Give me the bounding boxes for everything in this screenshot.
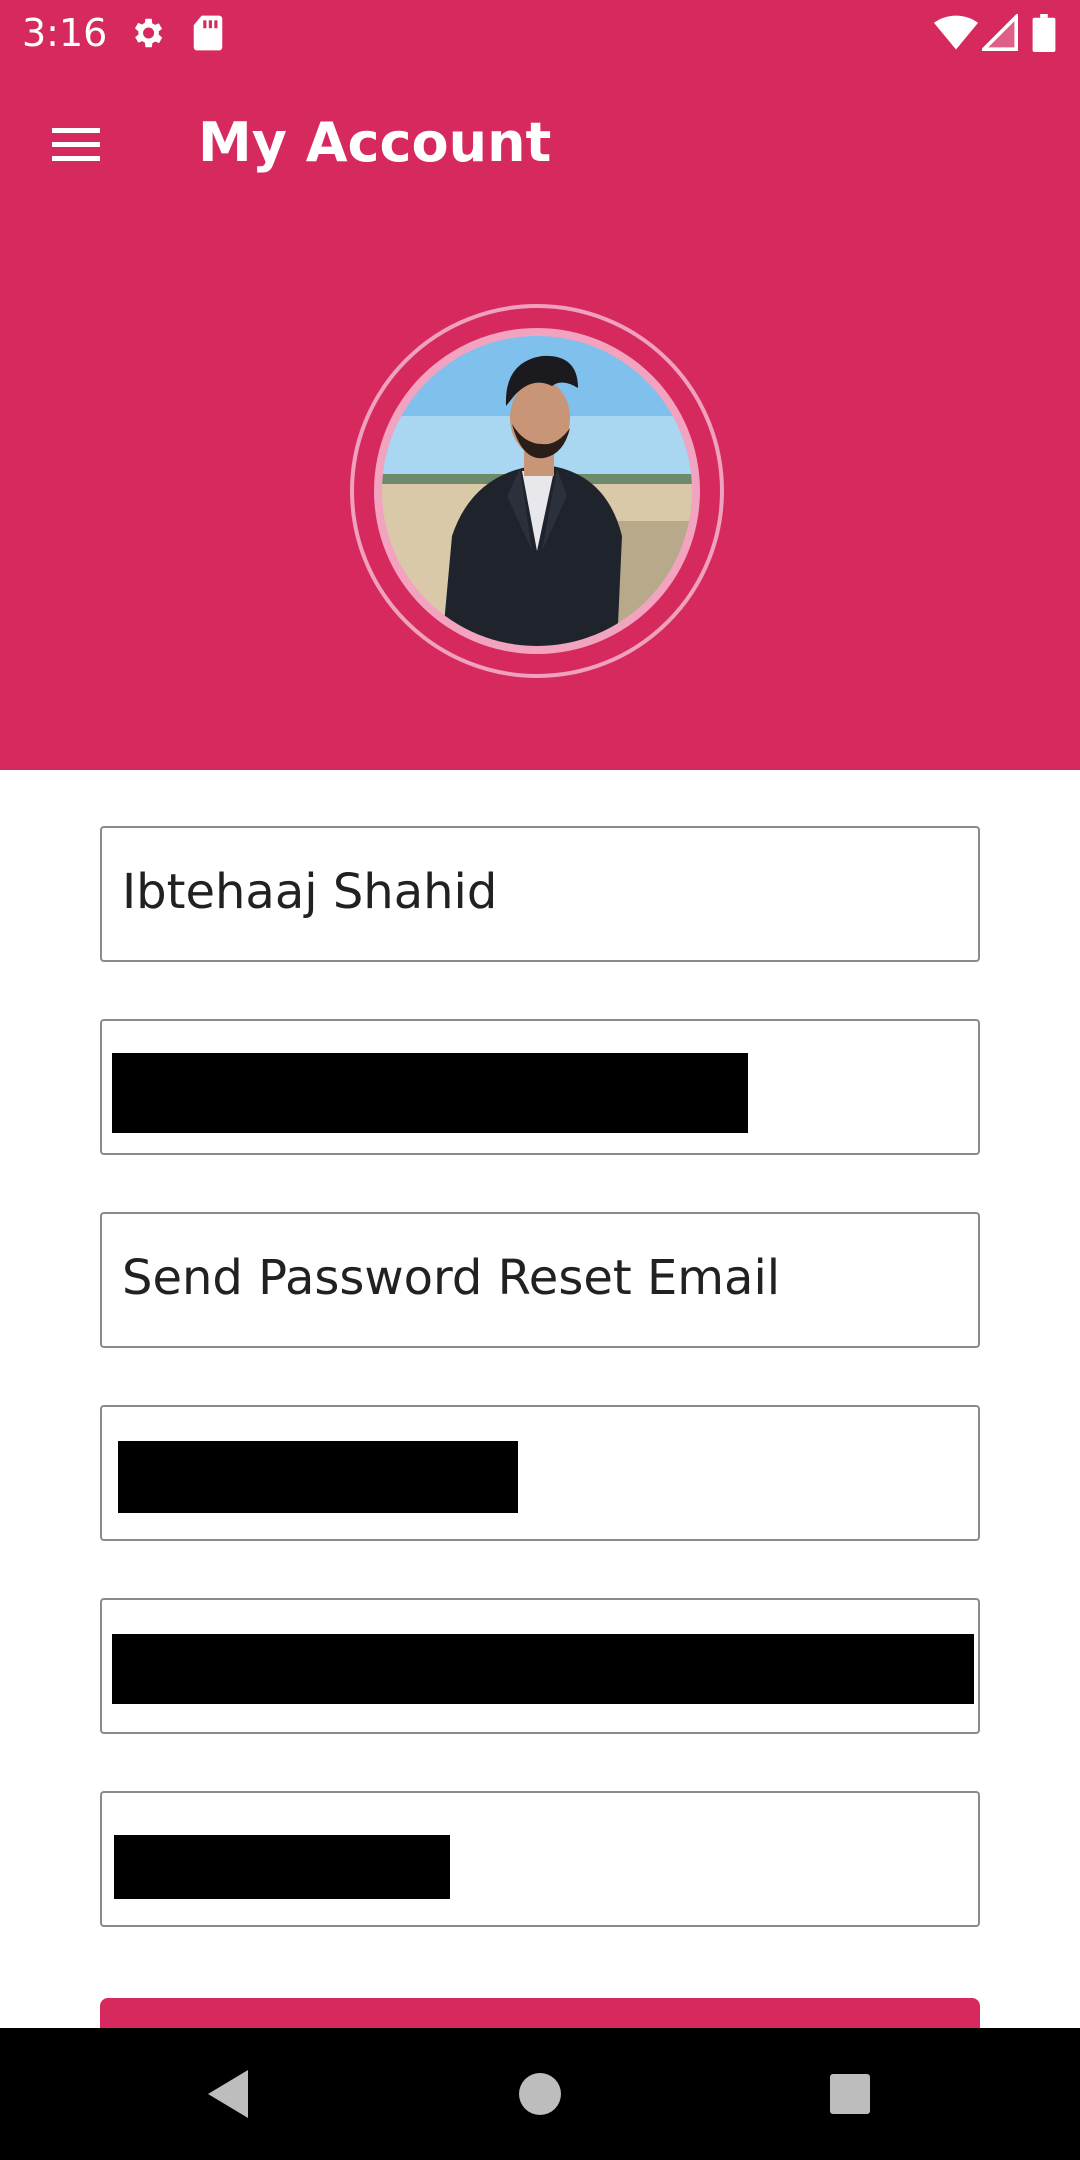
battery-icon <box>1032 14 1056 52</box>
system-nav-bar <box>0 2028 1080 2160</box>
name-value: Ibtehaaj Shahid <box>122 864 498 920</box>
redacted-field-4-value <box>118 1441 518 1513</box>
profile-photo <box>382 336 692 646</box>
status-bar: 3:16 <box>0 0 1080 66</box>
redacted-field-6-value <box>114 1835 450 1899</box>
name-field[interactable]: Ibtehaaj Shahid <box>100 826 980 962</box>
info-field-4[interactable] <box>100 1405 980 1541</box>
app-bar: My Account <box>0 66 1080 222</box>
back-triangle-icon[interactable] <box>190 2054 270 2134</box>
redacted-field-5-value <box>112 1634 974 1704</box>
status-time: 3:16 <box>22 11 108 55</box>
signal-icon <box>982 14 1018 51</box>
password-reset-label: Send Password Reset Email <box>122 1250 781 1306</box>
password-reset-button[interactable]: Send Password Reset Email <box>100 1212 980 1348</box>
info-field-5[interactable] <box>100 1598 980 1734</box>
email-field[interactable] <box>100 1019 980 1155</box>
sd-card-icon <box>193 15 223 51</box>
hamburger-menu-icon[interactable] <box>40 114 112 174</box>
avatar[interactable] <box>382 336 692 646</box>
recents-square-icon[interactable] <box>810 2054 890 2134</box>
page-title: My Account <box>198 111 552 174</box>
settings-icon <box>134 18 163 48</box>
info-field-6[interactable] <box>100 1791 980 1927</box>
redacted-email-value <box>112 1053 748 1133</box>
home-circle-icon[interactable] <box>500 2054 580 2134</box>
wifi-icon <box>934 15 978 50</box>
profile-header <box>0 222 1080 770</box>
